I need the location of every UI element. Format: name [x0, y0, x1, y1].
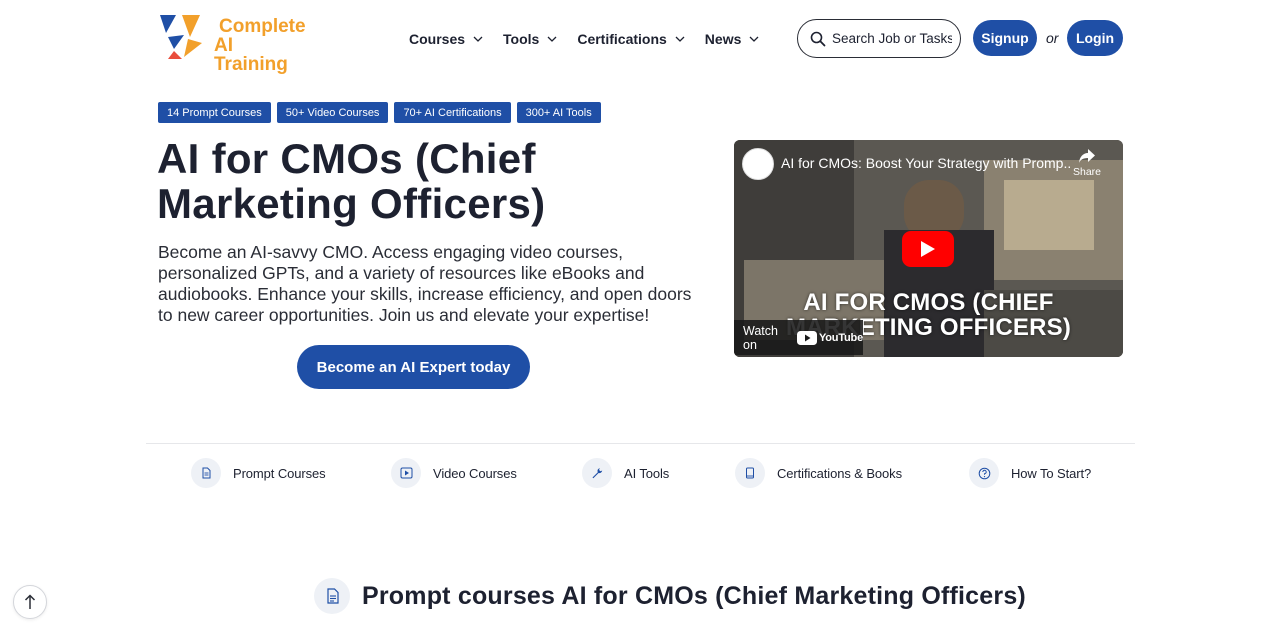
tag-video-courses[interactable]: 50+ Video Courses	[276, 102, 389, 123]
youtube-logo: YouTube	[796, 330, 863, 345]
nav-item-label: Courses	[409, 31, 466, 47]
section-heading: Prompt courses AI for CMOs (Chief Market…	[314, 578, 1026, 614]
quick-link-label: Certifications & Books	[777, 465, 902, 481]
chevron-down-icon	[473, 36, 483, 42]
cta-button[interactable]: Become an AI Expert today	[297, 345, 530, 389]
logo-line-1: Complete	[219, 16, 306, 37]
nav-item-label: Certifications	[577, 31, 667, 47]
video-title[interactable]: AI for CMOs: Boost Your Strategy with Pr…	[781, 155, 1071, 171]
play-icon	[391, 458, 421, 488]
main-nav: Courses Tools Certifications News	[409, 28, 779, 50]
site-logo[interactable]: Complete AI Training	[158, 13, 308, 74]
wrench-icon	[582, 458, 612, 488]
chevron-down-icon	[547, 36, 557, 42]
section-title: Prompt courses AI for CMOs (Chief Market…	[362, 581, 1026, 610]
nav-item-certifications[interactable]: Certifications	[577, 31, 685, 47]
arrow-up-icon	[24, 594, 36, 609]
quick-link-certifications-books[interactable]: Certifications & Books	[735, 458, 902, 488]
quick-link-label: Prompt Courses	[233, 465, 326, 481]
site-header: Complete AI Training Courses Tools Certi…	[0, 0, 1280, 78]
logo-icon	[160, 15, 202, 59]
help-icon	[969, 458, 999, 488]
share-button[interactable]: Share	[1070, 148, 1104, 178]
quick-link-video-courses[interactable]: Video Courses	[391, 458, 517, 488]
nav-item-label: News	[704, 31, 742, 47]
youtube-label: YouTube	[818, 331, 863, 344]
or-separator: or	[1046, 30, 1059, 46]
search-input[interactable]	[832, 31, 952, 46]
chevron-down-icon	[675, 36, 685, 42]
overlay-line-1: AI FOR CMOS (CHIEF	[803, 289, 1054, 316]
tag-certifications[interactable]: 70+ AI Certifications	[394, 102, 511, 123]
nav-item-tools[interactable]: Tools	[503, 31, 557, 47]
quick-link-ai-tools[interactable]: AI Tools	[582, 458, 669, 488]
page-title: AI for CMOs (Chief Marketing Officers)	[157, 135, 546, 227]
play-button[interactable]	[902, 231, 954, 267]
login-button[interactable]: Login	[1067, 20, 1123, 56]
quick-link-label: AI Tools	[624, 465, 670, 481]
quick-link-label: How To Start?	[1011, 465, 1092, 481]
channel-avatar[interactable]	[742, 148, 774, 180]
video-embed[interactable]: AI for CMOs: Boost Your Strategy with Pr…	[734, 140, 1123, 357]
document-icon	[314, 578, 350, 614]
share-label: Share	[1072, 166, 1102, 178]
book-icon	[735, 458, 765, 488]
quick-link-label: Video Courses	[433, 465, 517, 481]
section-divider	[146, 443, 1135, 444]
stat-tags: 14 Prompt Courses 50+ Video Courses 70+ …	[158, 102, 607, 123]
share-icon	[1079, 149, 1095, 163]
tag-prompt-courses[interactable]: 14 Prompt Courses	[158, 102, 271, 123]
chevron-down-icon	[749, 36, 759, 42]
watch-on-youtube[interactable]: Watch on YouTube	[734, 320, 863, 355]
nav-item-news[interactable]: News	[705, 31, 760, 47]
quick-link-prompt-courses[interactable]: Prompt Courses	[191, 458, 326, 488]
youtube-icon	[796, 330, 817, 345]
search-box[interactable]	[797, 19, 961, 58]
watch-on-label: Watch on	[743, 323, 778, 352]
quick-link-how-to-start[interactable]: How To Start?	[969, 458, 1091, 488]
nav-item-courses[interactable]: Courses	[409, 31, 483, 47]
play-icon	[921, 241, 935, 257]
hero-description: Become an AI-savvy CMO. Access engaging …	[158, 242, 692, 325]
nav-item-label: Tools	[503, 31, 540, 47]
logo-line-2: AI Training	[214, 35, 288, 75]
search-icon	[810, 31, 826, 46]
tag-ai-tools[interactable]: 300+ AI Tools	[516, 102, 601, 123]
signup-button[interactable]: Signup	[973, 20, 1037, 56]
document-icon	[191, 458, 221, 488]
logo-text: Complete AI Training	[214, 17, 308, 74]
back-to-top-button[interactable]	[13, 585, 47, 619]
